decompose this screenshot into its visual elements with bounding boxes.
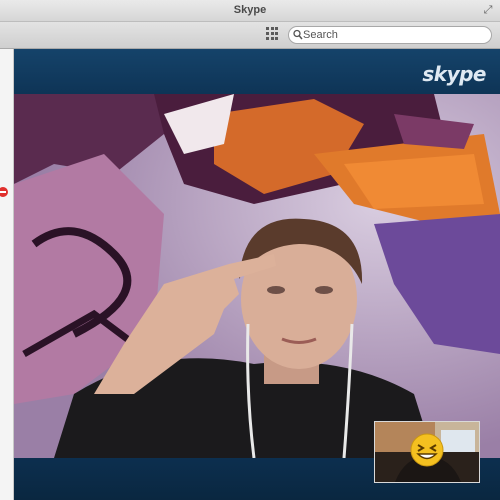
laughing-emoticon-icon	[410, 433, 444, 467]
contacts-sidebar[interactable]	[0, 49, 14, 500]
search-box[interactable]	[288, 26, 492, 44]
remote-video-image	[14, 94, 500, 458]
call-header: skype	[14, 49, 500, 94]
video-call-area: skype	[14, 49, 500, 500]
minus-icon[interactable]	[0, 187, 8, 197]
window-title-bar: Skype ⤢	[0, 0, 500, 22]
self-video-preview[interactable]	[374, 421, 480, 483]
dialpad-icon[interactable]	[266, 27, 278, 41]
search-icon	[293, 29, 303, 40]
search-input[interactable]	[303, 28, 483, 42]
toolbar	[0, 22, 500, 49]
skype-logo: skype	[422, 62, 486, 86]
fullscreen-icon[interactable]: ⤢	[482, 4, 494, 16]
remote-video-feed	[14, 94, 500, 458]
window-title: Skype	[233, 4, 267, 16]
